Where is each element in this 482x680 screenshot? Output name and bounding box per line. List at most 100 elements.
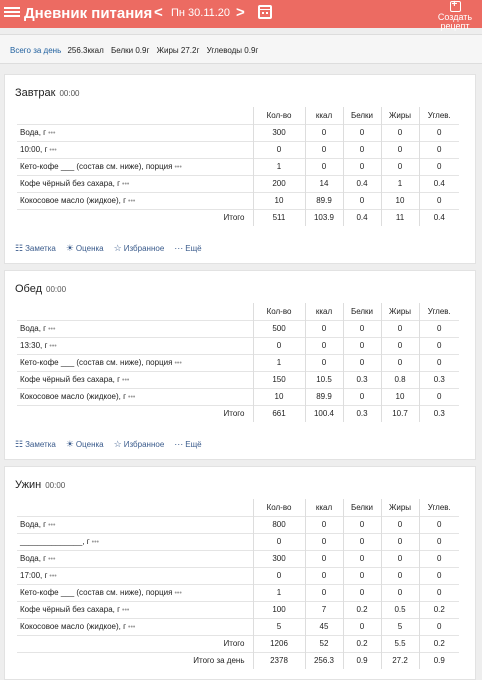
food-name[interactable]: 10:00, г ••• — [17, 140, 253, 158]
rating-button[interactable]: ☀ Оценка — [66, 243, 104, 253]
cell-qty[interactable]: 300 — [252, 123, 305, 141]
food-name[interactable]: Кето-кофе ___ (состав см. ниже), порция •… — [17, 353, 253, 371]
food-name[interactable]: Кофе чёрный без сахара, г ••• — [17, 370, 253, 388]
food-name[interactable]: Вода, г ••• — [17, 549, 253, 567]
next-day-button[interactable]: > — [236, 4, 245, 21]
cell-qty[interactable]: 100 — [252, 600, 305, 618]
food-name[interactable]: Кето-кофе ___ (состав см. ниже), порция •… — [17, 583, 253, 601]
rating-button[interactable]: ☀ Оценка — [66, 439, 104, 449]
cell-qty[interactable]: 300 — [252, 549, 305, 567]
table-row[interactable]: Кето-кофе ___ (состав см. ниже), порция •… — [17, 353, 459, 371]
row-menu-icon[interactable]: ••• — [128, 198, 135, 205]
day-total-row-carbs: 0.9 — [418, 651, 459, 669]
column-header: Жиры — [380, 499, 419, 516]
table-row[interactable]: Кето-кофе ___ (состав см. ниже), порция •… — [17, 157, 459, 175]
meal-total-row-kcal: 103.9 — [304, 208, 343, 226]
table-row[interactable]: Кофе чёрный без сахара, г ••• 100 7 0.2 0.5 0.… — [17, 600, 459, 618]
cell-qty[interactable]: 500 — [252, 319, 305, 337]
meal-time[interactable]: 00:00 — [46, 285, 66, 294]
row-menu-icon[interactable]: ••• — [128, 624, 135, 631]
table-row[interactable]: Кето-кофе ___ (состав см. ниже), порция •… — [17, 583, 459, 601]
table-row[interactable]: Вода, г ••• 800 0 0 0 0 — [17, 515, 459, 533]
cell-qty[interactable]: 800 — [252, 515, 305, 533]
more-button[interactable]: ··· Ещё — [174, 439, 202, 449]
table-row[interactable]: Кофе чёрный без сахара, г ••• 200 14 0.4 1 0.4 — [17, 174, 459, 192]
table-row[interactable]: Вода, г ••• 300 0 0 0 0 — [17, 123, 459, 141]
food-name[interactable]: Кокосовое масло (жидкое), г ••• — [17, 191, 253, 209]
note-button[interactable]: ☷ Заметка — [15, 439, 56, 449]
cell-qty[interactable]: 200 — [252, 174, 305, 192]
more-button-label: Ещё — [185, 440, 202, 449]
table-row[interactable]: ______________, г ••• 0 0 0 0 0 — [17, 532, 459, 550]
cell-qty[interactable]: 0 — [252, 336, 305, 354]
favorite-button[interactable]: ☆ Избранное — [114, 439, 165, 449]
food-name[interactable]: 17:00, г ••• — [17, 566, 253, 584]
meal-time[interactable]: 00:00 — [45, 481, 65, 490]
cell-qty[interactable]: 0 — [252, 532, 305, 550]
cell-qty[interactable]: 5 — [252, 617, 305, 635]
table-row[interactable]: Вода, г ••• 300 0 0 0 0 — [17, 549, 459, 567]
food-name[interactable]: ______________, г ••• — [17, 532, 253, 550]
table-row[interactable]: 10:00, г ••• 0 0 0 0 0 — [17, 140, 459, 158]
row-menu-icon[interactable]: ••• — [49, 147, 56, 154]
cell-kcal: 0 — [304, 140, 343, 158]
table-row[interactable]: 13:30, г ••• 0 0 0 0 0 — [17, 336, 459, 354]
table-row[interactable]: Кофе чёрный без сахара, г ••• 150 10.5 0.3 0.… — [17, 370, 459, 388]
food-name[interactable]: Кофе чёрный без сахара, г ••• — [17, 174, 253, 192]
meal-name: Завтрак — [15, 87, 56, 99]
food-name[interactable]: Вода, г ••• — [17, 515, 253, 533]
more-button[interactable]: ··· Ещё — [174, 243, 201, 253]
cell-qty[interactable]: 10 — [252, 191, 305, 209]
table-row[interactable]: Кокосовое масло (жидкое), г ••• 10 89.9 0 10 0 — [17, 191, 459, 209]
food-name[interactable]: Вода, г ••• — [17, 123, 253, 141]
menu-icon[interactable] — [4, 5, 20, 21]
cell-qty[interactable]: 0 — [252, 140, 305, 158]
meal-total-row-carbs: 0.3 — [418, 404, 459, 422]
food-name[interactable]: 13:30, г ••• — [17, 336, 253, 354]
cell-qty[interactable]: 1 — [252, 353, 305, 371]
row-menu-icon[interactable]: ••• — [48, 326, 55, 333]
food-name[interactable]: Кокосовое масло (жидкое), г ••• — [17, 387, 253, 405]
meal-time[interactable]: 00:00 — [59, 89, 79, 98]
table-row[interactable]: Кокосовое масло (жидкое), г ••• 5 45 0 5 0 — [17, 617, 459, 635]
current-date[interactable]: Пн 30.11.20 — [171, 7, 230, 19]
food-name[interactable]: Вода, г ••• — [17, 319, 253, 337]
page-title: Дневник питания — [24, 5, 153, 22]
row-menu-icon[interactable]: ••• — [174, 360, 181, 367]
cell-qty[interactable]: 150 — [252, 370, 305, 388]
row-menu-icon[interactable]: ••• — [92, 539, 99, 546]
cell-qty[interactable]: 1 — [252, 157, 305, 175]
meal-title[interactable]: Обед 00:00 — [15, 283, 66, 295]
favorite-button[interactable]: ☆ Избранное — [114, 243, 165, 253]
calendar-icon[interactable] — [258, 5, 272, 19]
create-recipe-button[interactable]: Создать рецепт — [434, 0, 476, 31]
food-name[interactable]: Кето-кофе ___ (состав см. ниже), порция •… — [17, 157, 253, 175]
app-header: Дневник питания < Пн 30.11.20 > Создать … — [0, 0, 482, 31]
row-menu-icon[interactable]: ••• — [49, 573, 56, 580]
note-button[interactable]: ☷ Заметка — [15, 243, 56, 253]
food-name[interactable]: Кокосовое масло (жидкое), г ••• — [17, 617, 253, 635]
row-menu-icon[interactable]: ••• — [174, 164, 181, 171]
row-menu-icon[interactable]: ••• — [128, 394, 135, 401]
row-menu-icon[interactable]: ••• — [48, 556, 55, 563]
table-row[interactable]: Вода, г ••• 500 0 0 0 0 — [17, 319, 459, 337]
table-row[interactable]: Кокосовое масло (жидкое), г ••• 10 89.9 0 10 0 — [17, 387, 459, 405]
row-menu-icon[interactable]: ••• — [122, 181, 129, 188]
meal-title[interactable]: Ужин 00:00 — [15, 479, 65, 491]
row-menu-icon[interactable]: ••• — [122, 607, 129, 614]
day-total-row-qty: 2378 — [252, 651, 305, 669]
row-menu-icon[interactable]: ••• — [48, 522, 55, 529]
day-summary-label[interactable]: Всего за день — [10, 46, 61, 55]
row-menu-icon[interactable]: ••• — [49, 343, 56, 350]
cell-carbs: 0 — [418, 319, 459, 337]
meal-title[interactable]: Завтрак 00:00 — [15, 87, 79, 99]
cell-qty[interactable]: 1 — [252, 583, 305, 601]
food-name[interactable]: Кофе чёрный без сахара, г ••• — [17, 600, 253, 618]
row-menu-icon[interactable]: ••• — [174, 590, 181, 597]
prev-day-button[interactable]: < — [154, 4, 163, 21]
cell-qty[interactable]: 0 — [252, 566, 305, 584]
row-menu-icon[interactable]: ••• — [122, 377, 129, 384]
table-row[interactable]: 17:00, г ••• 0 0 0 0 0 — [17, 566, 459, 584]
cell-qty[interactable]: 10 — [252, 387, 305, 405]
row-menu-icon[interactable]: ••• — [48, 130, 55, 137]
